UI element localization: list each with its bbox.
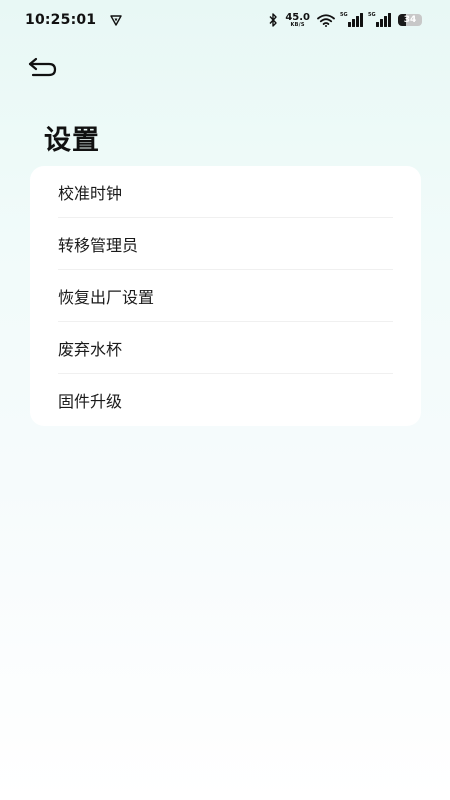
signal-strength-2-icon: 5G <box>368 12 391 27</box>
status-left: 10:25:01 <box>25 12 122 28</box>
settings-item-firmware-upgrade[interactable]: 固件升级 <box>58 374 393 426</box>
back-button[interactable] <box>26 54 60 80</box>
bluetooth-icon <box>269 13 278 27</box>
status-bar: 10:25:01 45.0 KB/S 5G 5G 34 <box>0 0 450 40</box>
vpn-shield-icon <box>110 15 122 26</box>
signal-2-tag: 5G <box>368 12 376 18</box>
battery-icon: 34 <box>398 14 422 26</box>
settings-item-calibrate-clock[interactable]: 校准时钟 <box>58 166 393 218</box>
status-time: 10:25:01 <box>25 12 97 28</box>
wifi-icon <box>317 13 335 27</box>
settings-item-discard-cup[interactable]: 废弃水杯 <box>58 322 393 374</box>
settings-item-factory-reset[interactable]: 恢复出厂设置 <box>58 270 393 322</box>
back-arrow-icon <box>28 57 57 77</box>
battery-percent: 34 <box>403 15 417 25</box>
network-speed-unit: KB/S <box>290 21 305 28</box>
signal-1-tag: 5G <box>340 12 348 18</box>
network-speed-value: 45.0 <box>285 11 310 23</box>
network-speed: 45.0 KB/S <box>285 11 310 28</box>
status-right: 45.0 KB/S 5G 5G 34 <box>268 11 422 28</box>
settings-list: 校准时钟 转移管理员 恢复出厂设置 废弃水杯 固件升级 <box>30 166 421 426</box>
settings-item-transfer-admin[interactable]: 转移管理员 <box>58 218 393 270</box>
page-title: 设置 <box>44 125 100 156</box>
signal-strength-1-icon: 5G <box>340 12 363 27</box>
